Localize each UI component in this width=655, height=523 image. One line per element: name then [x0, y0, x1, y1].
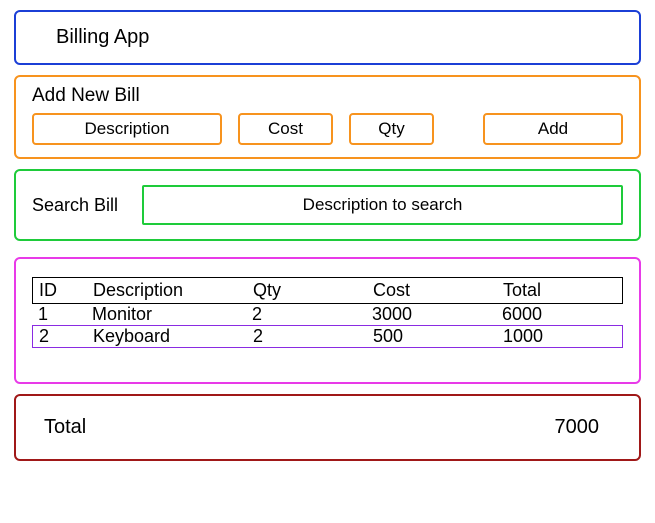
search-title: Search Bill [32, 195, 118, 216]
total-label: Total [44, 416, 86, 439]
qty-input[interactable]: Qty [349, 113, 434, 145]
table-row[interactable]: 2 Keyboard 2 500 1000 [32, 325, 623, 348]
cell-id: 1 [38, 304, 92, 325]
app-header: Billing App [14, 10, 641, 65]
total-value: 7000 [555, 416, 600, 439]
bills-table-panel: ID Description Qty Cost Total 1 Monitor … [14, 257, 641, 384]
cell-qty: 2 [253, 326, 373, 347]
col-id: ID [39, 280, 93, 301]
cell-id: 2 [39, 326, 93, 347]
description-input[interactable]: Description [32, 113, 222, 145]
col-description: Description [93, 280, 253, 301]
col-cost: Cost [373, 280, 503, 301]
add-bill-panel: Add New Bill Description Cost Qty Add [14, 75, 641, 159]
table-header-row: ID Description Qty Cost Total [32, 277, 623, 304]
cell-total: 6000 [502, 304, 592, 325]
app-title: Billing App [56, 26, 149, 48]
cost-input[interactable]: Cost [238, 113, 333, 145]
cell-total: 1000 [503, 326, 593, 347]
add-button[interactable]: Add [483, 113, 623, 145]
cell-cost: 3000 [372, 304, 502, 325]
table-row[interactable]: 1 Monitor 2 3000 6000 [32, 304, 623, 325]
cell-qty: 2 [252, 304, 372, 325]
col-total: Total [503, 280, 593, 301]
cell-description: Monitor [92, 304, 252, 325]
search-panel: Search Bill Description to search [14, 169, 641, 241]
total-panel: Total 7000 [14, 394, 641, 461]
cell-description: Keyboard [93, 326, 253, 347]
cell-cost: 500 [373, 326, 503, 347]
add-bill-title: Add New Bill [32, 85, 623, 107]
col-qty: Qty [253, 280, 373, 301]
search-input[interactable]: Description to search [142, 185, 623, 225]
